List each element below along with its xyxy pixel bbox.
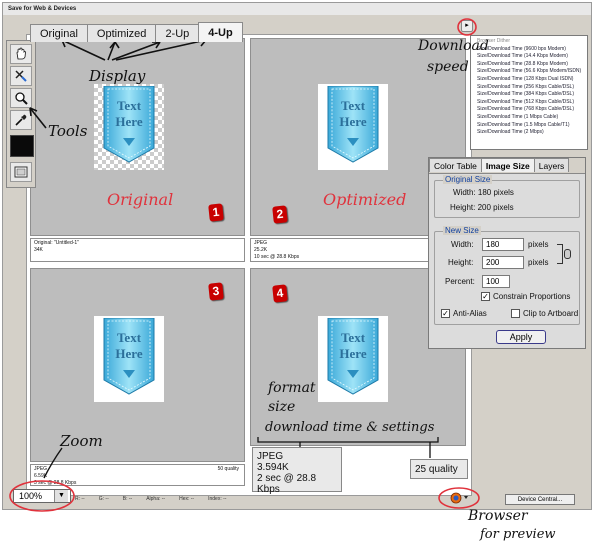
tab-optimized[interactable]: Optimized [86, 24, 157, 42]
annotation-display: Display [89, 67, 146, 85]
annotation-size: size [268, 399, 296, 415]
annotation-format: format [268, 380, 316, 396]
annotation-browser: Browser [468, 508, 528, 524]
annotation-tools: Tools [48, 122, 88, 140]
annotation-original: Original [107, 190, 174, 209]
annotation-speed: speed [427, 59, 469, 75]
annotation-download: Download [418, 38, 489, 54]
annotation-zoom: Zoom [60, 432, 103, 450]
tab-2-up[interactable]: 2-Up [155, 24, 200, 42]
annotation-download-time: download time & settings [265, 420, 435, 435]
view-tabs: Original Optimized 2-Up 4-Up [30, 22, 243, 44]
tab-4-up[interactable]: 4-Up [198, 22, 243, 42]
tab-original[interactable]: Original [30, 24, 88, 42]
annotation-for-preview: for preview [480, 527, 556, 542]
annotation-optimized: Optimized [323, 190, 407, 209]
